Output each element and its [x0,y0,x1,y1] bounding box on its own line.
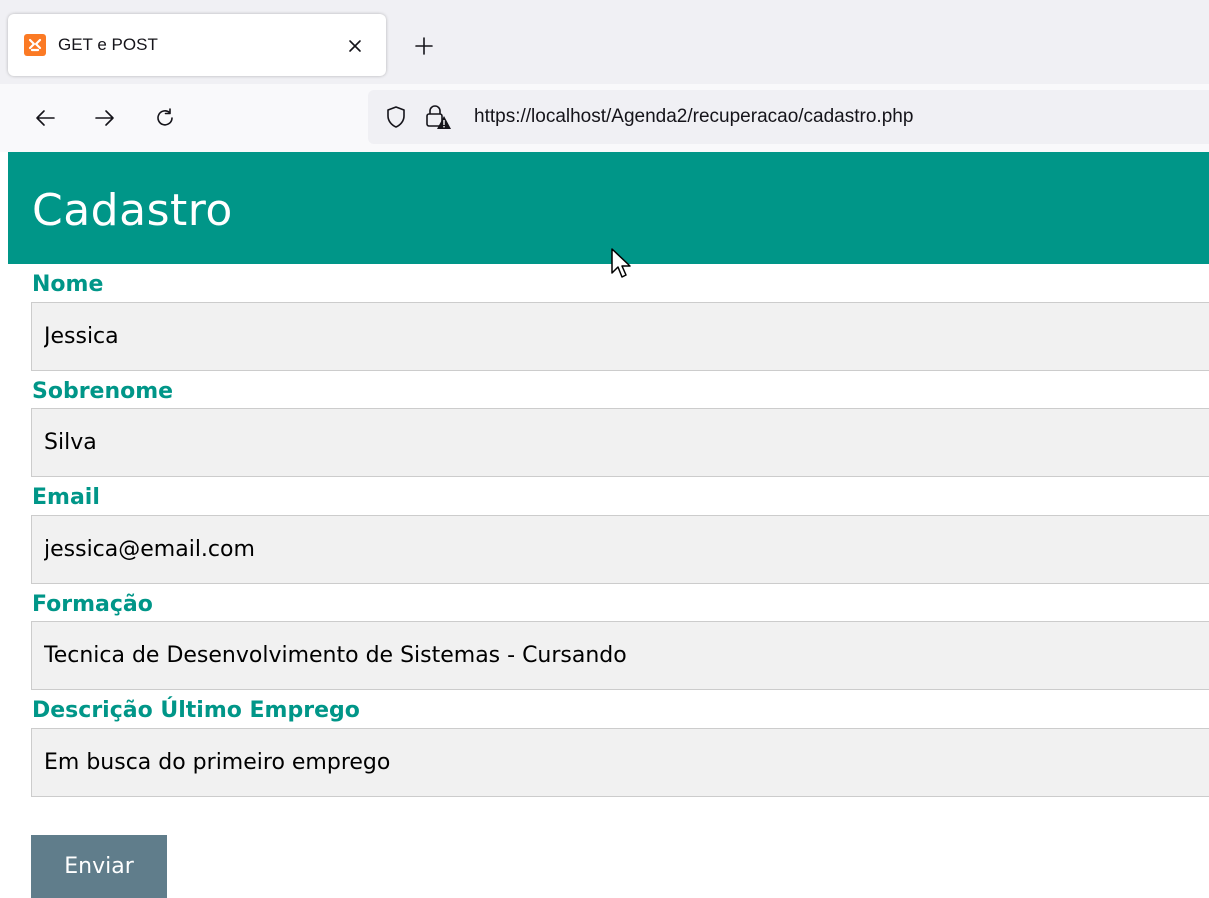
mouse-cursor-icon [610,247,638,285]
new-tab-icon[interactable] [408,30,440,62]
sobrenome-label: Sobrenome [32,379,174,404]
url-text[interactable]: https://localhost/Agenda2/recuperacao/ca… [474,106,913,128]
nome-label: Nome [32,272,104,297]
ultimo-emprego-label: Descrição Último Emprego [32,698,360,723]
xampp-icon [24,34,46,56]
page-title: Cadastro [32,185,233,236]
back-arrow-icon[interactable] [28,101,62,135]
browser-nav-bar: https://localhost/Agenda2/recuperacao/ca… [0,84,1209,152]
reload-icon[interactable] [148,101,182,135]
tab-title: GET e POST [58,35,158,54]
formacao-label: Formação [32,592,153,617]
nome-input[interactable] [31,302,1209,371]
formacao-input[interactable] [31,621,1209,690]
tracking-shield-icon[interactable] [384,105,408,129]
sobrenome-input[interactable] [31,408,1209,477]
page-header: Cadastro [8,152,1209,264]
forward-arrow-icon[interactable] [88,101,122,135]
ultimo-emprego-input[interactable] [31,728,1209,797]
email-label: Email [32,485,100,510]
email-input[interactable] [31,515,1209,584]
enviar-button[interactable]: Enviar [31,835,167,898]
browser-tab-bar: GET e POST [0,0,1209,84]
close-tab-icon[interactable] [342,33,368,59]
insecure-lock-icon[interactable] [424,104,452,130]
browser-tab[interactable]: GET e POST [8,14,386,76]
address-bar[interactable]: https://localhost/Agenda2/recuperacao/ca… [368,90,1209,144]
